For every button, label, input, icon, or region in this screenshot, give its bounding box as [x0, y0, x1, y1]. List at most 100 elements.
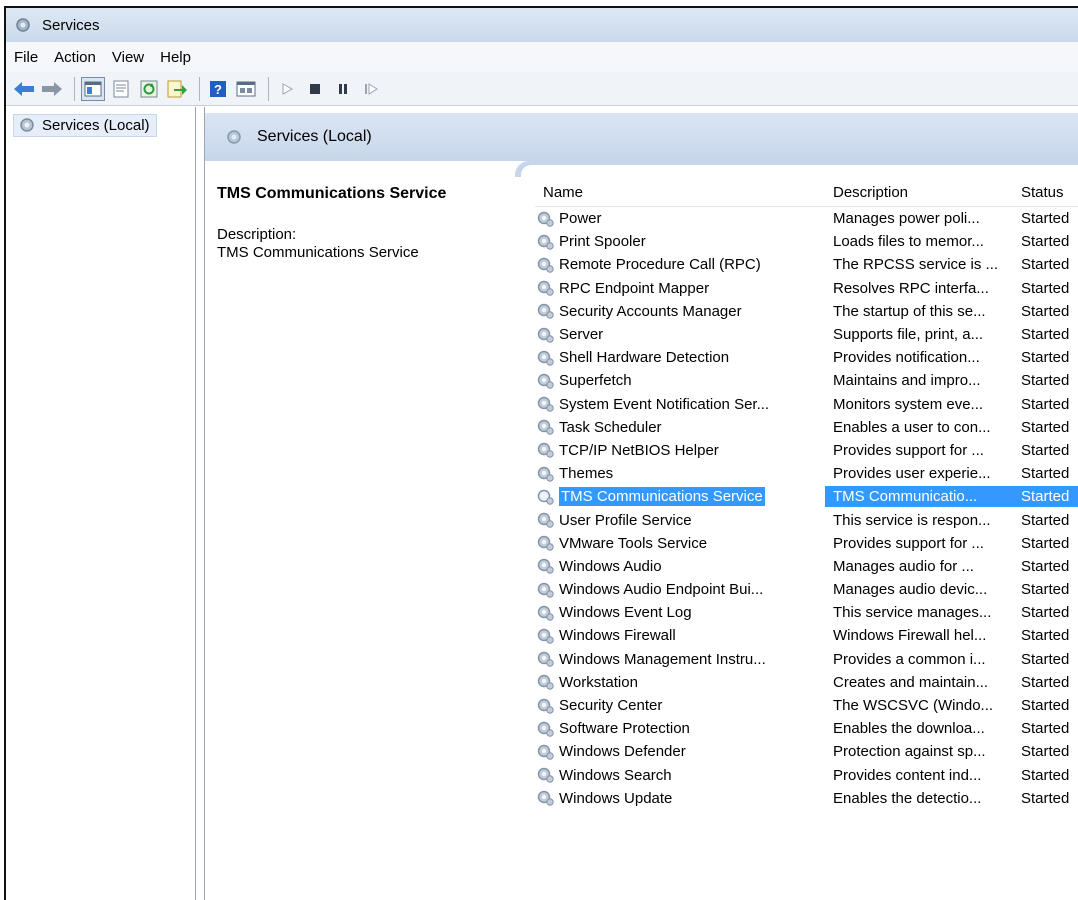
- table-row[interactable]: Windows Update Enables the detectio... Sta…: [535, 787, 1078, 810]
- table-row[interactable]: Windows Management Instru... Provides a c…: [535, 648, 1078, 671]
- service-description: Provides content ind...: [833, 766, 982, 784]
- service-name: Windows Defender: [559, 743, 686, 761]
- help-icon[interactable]: ?: [206, 77, 230, 101]
- pause-icon[interactable]: [331, 77, 355, 101]
- tree-node-services-local[interactable]: Services (Local): [13, 114, 157, 137]
- service-status: Started: [1021, 349, 1070, 367]
- service-gear-icon: [537, 304, 554, 320]
- service-gear-icon: [537, 350, 554, 366]
- service-gear-icon: [537, 559, 554, 575]
- services-panel: Services (Local) TMS Communications Serv…: [204, 107, 1078, 900]
- table-row[interactable]: Security Center The WSCSVC (Windo... Start…: [535, 694, 1078, 717]
- table-row[interactable]: Windows Defender Protection against sp...…: [535, 740, 1078, 763]
- show-hide-tree-icon[interactable]: [81, 76, 105, 101]
- service-description: This service is respon...: [833, 511, 991, 529]
- restart-icon[interactable]: [359, 77, 383, 101]
- service-gear-icon: [537, 605, 554, 621]
- service-gear-icon: [537, 257, 554, 273]
- table-row[interactable]: Software Protection Enables the downloa..…: [535, 717, 1078, 740]
- service-name-cell: System Event Notification Ser...: [535, 395, 825, 413]
- services-gear-icon: [227, 130, 241, 144]
- table-row[interactable]: Security Accounts Manager The startup of …: [535, 300, 1078, 323]
- properties-icon[interactable]: [109, 77, 133, 101]
- refresh-icon[interactable]: [137, 77, 161, 101]
- detail-service-name: TMS Communications Service: [217, 185, 447, 202]
- service-description: Provides support for ...: [833, 534, 984, 552]
- service-description: Manages audio for ...: [833, 557, 974, 575]
- service-name-cell: Power: [535, 210, 825, 228]
- table-row[interactable]: Task Scheduler Enables a user to con... St…: [535, 416, 1078, 439]
- stop-icon[interactable]: [303, 77, 327, 101]
- service-name-cell: Windows Defender: [535, 743, 825, 761]
- table-row[interactable]: Windows Audio Endpoint Bui... Manages aud…: [535, 578, 1078, 601]
- service-name: TMS Communications Service: [559, 487, 765, 507]
- service-name-cell: Task Scheduler: [535, 418, 825, 436]
- menu-help[interactable]: Help: [156, 49, 199, 66]
- column-header-status[interactable]: Status: [1015, 184, 1064, 201]
- service-status: Started: [1021, 256, 1070, 274]
- menu-view[interactable]: View: [108, 49, 152, 66]
- menu-file[interactable]: File: [10, 49, 46, 66]
- service-name-cell: Security Center: [535, 697, 825, 715]
- service-status: Started: [1021, 557, 1070, 575]
- services-window: Services File Action View Help ? Service…: [4, 6, 1078, 900]
- service-name-cell: VMware Tools Service: [535, 534, 825, 552]
- service-description: The RPCSS service is ...: [833, 256, 999, 274]
- service-name: Windows Audio: [559, 557, 662, 575]
- table-row[interactable]: User Profile Service This service is resp…: [535, 508, 1078, 531]
- service-status: Started: [1021, 302, 1070, 320]
- service-name-cell: Software Protection: [535, 720, 825, 738]
- toolbar-separator: [199, 76, 200, 101]
- service-status: Started: [1021, 581, 1070, 599]
- column-header-name[interactable]: Name: [535, 184, 825, 201]
- service-gear-icon: [537, 628, 554, 644]
- table-row[interactable]: Shell Hardware Detection Provides notific…: [535, 346, 1078, 369]
- table-row[interactable]: Windows Search Provides content ind... Sta…: [535, 764, 1078, 787]
- service-name-cell: Windows Event Log: [535, 604, 825, 622]
- table-row[interactable]: TCP/IP NetBIOS Helper Provides support fo…: [535, 439, 1078, 462]
- table-row[interactable]: Print Spooler Loads files to memor... Star…: [535, 230, 1078, 253]
- table-row[interactable]: Windows Audio Manages audio for ... Starte…: [535, 555, 1078, 578]
- service-gear-icon: [537, 211, 554, 227]
- service-name-cell: User Profile Service: [535, 511, 825, 529]
- table-row[interactable]: Server Supports file, print, a... Started: [535, 323, 1078, 346]
- service-description: Enables a user to con...: [833, 418, 991, 436]
- service-gear-icon: [537, 280, 554, 296]
- table-row[interactable]: System Event Notification Ser... Monitors…: [535, 393, 1078, 416]
- table-row[interactable]: Remote Procedure Call (RPC) The RPCSS ser…: [535, 253, 1078, 276]
- service-name-cell: Windows Firewall: [535, 627, 825, 645]
- export-list-icon[interactable]: [165, 77, 189, 101]
- service-gear-icon: [537, 443, 554, 459]
- menu-action[interactable]: Action: [50, 49, 104, 66]
- table-row[interactable]: Windows Firewall Windows Firewall hel... S…: [535, 624, 1078, 647]
- table-row[interactable]: Windows Event Log This service manages...…: [535, 601, 1078, 624]
- service-name-cell: Shell Hardware Detection: [535, 349, 825, 367]
- service-gear-icon: [537, 536, 554, 551]
- service-description: Manages power poli...: [833, 210, 980, 228]
- table-row[interactable]: Workstation Creates and maintain... Starte…: [535, 671, 1078, 694]
- table-row[interactable]: TMS Communications Service TMS Communicat…: [535, 485, 1078, 508]
- service-status: Started: [1015, 486, 1078, 508]
- service-status: Started: [1021, 418, 1070, 436]
- table-row[interactable]: Superfetch Maintains and impro... Started: [535, 369, 1078, 392]
- detail-description-label: Description:: [217, 226, 297, 243]
- back-icon[interactable]: [12, 77, 36, 101]
- services-list: Name Description Status Power Manages pow…: [535, 179, 1078, 900]
- table-row[interactable]: Themes Provides user experie... Started: [535, 462, 1078, 485]
- console-icon[interactable]: [234, 77, 258, 101]
- table-row[interactable]: Power Manages power poli... Started: [535, 207, 1078, 230]
- service-name: Superfetch: [559, 372, 632, 390]
- service-status: Started: [1021, 534, 1070, 552]
- service-name: Software Protection: [559, 720, 690, 738]
- service-name: Server: [559, 326, 604, 344]
- column-header-description[interactable]: Description: [825, 184, 1015, 201]
- service-name: System Event Notification Ser...: [559, 395, 770, 413]
- service-name: Windows Management Instru...: [559, 650, 766, 668]
- service-description: Manages audio devic...: [833, 581, 988, 599]
- forward-icon[interactable]: [40, 77, 64, 101]
- service-name: Windows Update: [559, 789, 673, 807]
- window-title: Services: [42, 16, 100, 34]
- start-icon[interactable]: [275, 77, 299, 101]
- table-row[interactable]: VMware Tools Service Provides support for…: [535, 532, 1078, 555]
- table-row[interactable]: RPC Endpoint Mapper Resolves RPC interfa.…: [535, 277, 1078, 300]
